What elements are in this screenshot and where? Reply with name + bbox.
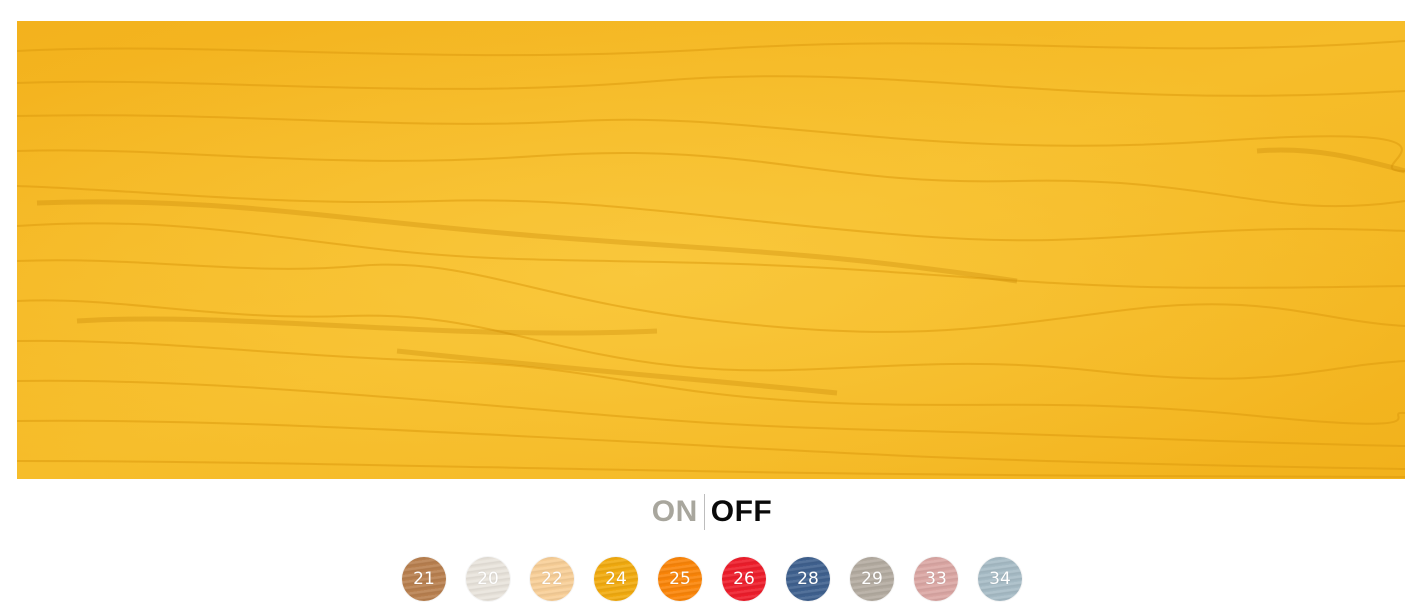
- swatch-label: 26: [733, 569, 755, 589]
- color-swatch-28[interactable]: 28: [786, 557, 830, 601]
- toggle-off-option[interactable]: OFF: [705, 494, 779, 530]
- swatch-label: 21: [413, 569, 435, 589]
- toggle-on-option[interactable]: ON: [646, 494, 704, 530]
- on-off-toggle: ON OFF: [0, 492, 1424, 532]
- swatch-label: 33: [925, 569, 947, 589]
- swatch-label: 28: [797, 569, 819, 589]
- swatch-label: 24: [605, 569, 627, 589]
- swatch-label: 34: [989, 569, 1011, 589]
- wood-grain-image: [17, 21, 1405, 479]
- color-swatch-24[interactable]: 24: [594, 557, 638, 601]
- swatch-label: 20: [477, 569, 499, 589]
- color-swatch-33[interactable]: 33: [914, 557, 958, 601]
- swatch-label: 25: [669, 569, 691, 589]
- color-swatch-21[interactable]: 21: [402, 557, 446, 601]
- color-swatch-25[interactable]: 25: [658, 557, 702, 601]
- color-swatch-20[interactable]: 20: [466, 557, 510, 601]
- color-swatch-26[interactable]: 26: [722, 557, 766, 601]
- color-swatch-29[interactable]: 29: [850, 557, 894, 601]
- color-swatch-list: 21 20 22 24 25 26 28 29 33 34: [0, 556, 1424, 602]
- wood-texture-preview: [17, 21, 1405, 479]
- swatch-label: 22: [541, 569, 563, 589]
- color-swatch-34[interactable]: 34: [978, 557, 1022, 601]
- swatch-label: 29: [861, 569, 883, 589]
- color-swatch-22[interactable]: 22: [530, 557, 574, 601]
